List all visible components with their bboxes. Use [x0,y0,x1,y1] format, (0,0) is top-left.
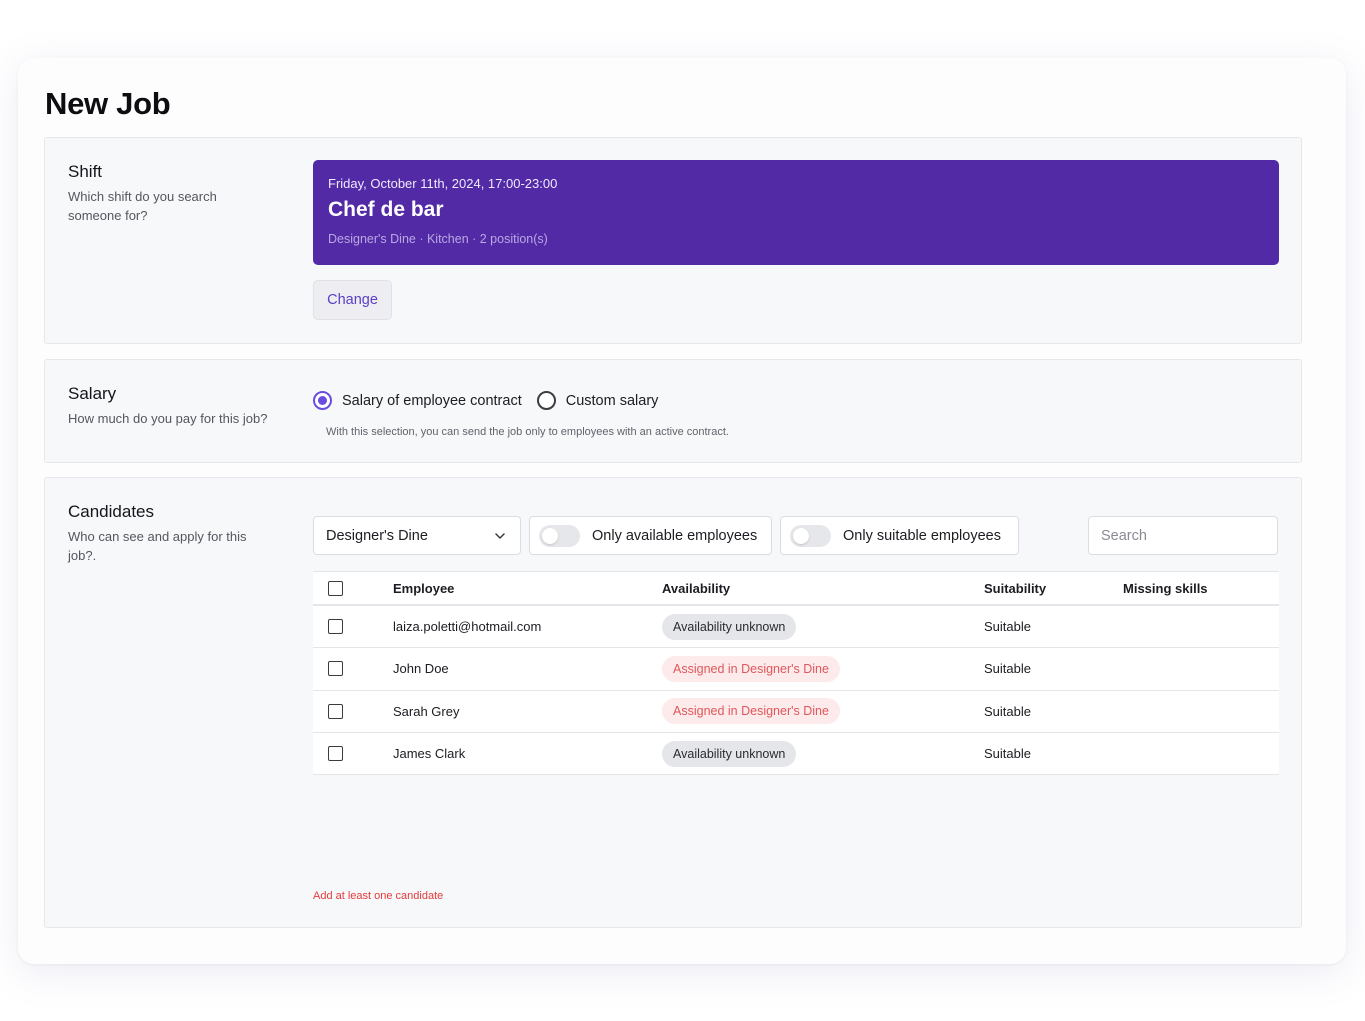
location-select[interactable]: Designer's Dine [313,516,521,555]
availability-badge: Assigned in Designer's Dine [662,655,840,682]
table-row[interactable]: Sarah Grey Assigned in Designer's Dine S… [313,690,1279,733]
page-title: New Job [45,86,171,121]
availability-cell: Assigned in Designer's Dine [662,648,840,689]
salary-options: Salary of employee contract Custom salar… [313,391,673,410]
availability-badge: Assigned in Designer's Dine [662,698,840,725]
radio-custom-salary-label[interactable]: Custom salary [566,393,659,409]
availability-cell: Assigned in Designer's Dine [662,691,840,732]
shift-date: Friday, October 11th, 2024, 17:00-23:00 [328,176,558,191]
table-row[interactable]: John Doe Assigned in Designer's Dine Sui… [313,648,1279,691]
employee-name: laiza.poletti@hotmail.com [393,619,542,635]
row-checkbox[interactable] [328,619,343,635]
column-missing-skills[interactable]: Missing skills [1123,572,1208,604]
new-job-card: New Job Shift Which shift do you search … [18,58,1346,964]
change-shift-button[interactable]: Change [313,280,392,320]
shift-meta: Designer's Dine · Kitchen · 2 position(s… [328,232,548,246]
available-toggle[interactable] [539,524,580,547]
candidates-table: Employee Availability Suitability Missin… [313,571,1279,776]
column-availability[interactable]: Availability [662,572,730,604]
employee-name: Sarah Grey [393,703,460,719]
row-check-cell [328,648,343,689]
column-suitability[interactable]: Suitability [984,572,1046,604]
employee-name: James Clark [393,746,466,762]
employee-name: John Doe [393,661,449,677]
suitable-toggle-label: Only suitable employees [843,527,1001,544]
radio-employee-contract[interactable] [313,391,332,410]
shift-description: Which shift do you search someone for? [68,189,217,223]
radio-custom-salary[interactable] [536,391,556,410]
row-checkbox[interactable] [328,661,343,677]
availability-badge: Availability unknown [662,740,797,767]
salary-note: With this selection, you can send the jo… [326,426,729,438]
row-check-cell [328,691,343,732]
candidates-title: Candidates [68,502,155,521]
suitability: Suitable [984,703,1031,719]
row-check-cell [328,733,343,774]
select-all-checkbox[interactable] [328,580,343,596]
available-toggle-label: Only available employees [592,527,758,544]
salary-title: Salary [68,384,117,403]
table-header: Employee Availability Suitability Missin… [313,571,1279,606]
availability-cell: Availability unknown [662,606,797,647]
salary-description: How much do you pay for this job? [68,411,268,426]
selected-shift-card[interactable]: Friday, October 11th, 2024, 17:00-23:00 … [313,160,1279,265]
salary-section: Salary How much do you pay for this job?… [44,359,1302,463]
table-row[interactable]: laiza.poletti@hotmail.com Availability u… [313,606,1279,649]
row-check-cell [328,606,343,647]
row-checkbox[interactable] [328,703,343,719]
table-row[interactable]: James Clark Availability unknown Suitabl… [313,732,1279,776]
shift-title: Shift [68,162,103,181]
row-checkbox[interactable] [328,746,343,762]
availability-cell: Availability unknown [662,733,797,774]
availability-badge: Availability unknown [662,613,797,640]
column-employee[interactable]: Employee [393,572,454,604]
chevron-down-icon [495,533,505,539]
search-input[interactable] [1088,516,1278,555]
available-toggle-box: Only available employees [529,516,772,555]
shift-role: Chef de bar [328,198,444,221]
shift-section: Shift Which shift do you search someone … [44,137,1302,344]
suitable-toggle-box: Only suitable employees [780,516,1019,555]
select-all-cell [328,572,343,604]
location-select-value: Designer's Dine [326,527,428,544]
candidates-description: Who can see and apply for this job?. [68,529,247,563]
radio-employee-contract-label[interactable]: Salary of employee contract [342,393,522,409]
candidates-section: Candidates Who can see and apply for thi… [44,477,1302,928]
suitability: Suitable [984,619,1031,635]
candidate-error-message: Add at least one candidate [313,890,444,902]
suitable-toggle[interactable] [790,524,831,547]
suitability: Suitable [984,661,1031,677]
suitability: Suitable [984,746,1031,762]
